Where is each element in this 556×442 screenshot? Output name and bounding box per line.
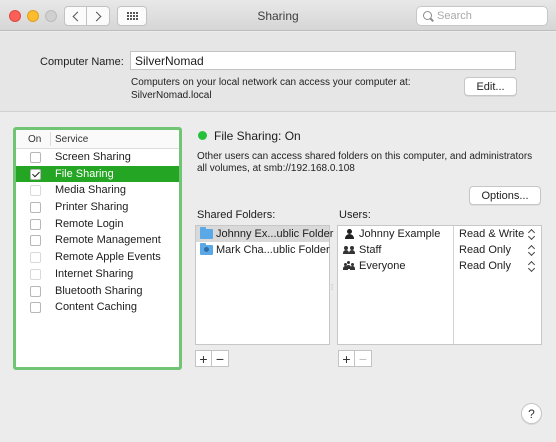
local-hostname: SilverNomad.local bbox=[131, 90, 212, 101]
column-divider bbox=[50, 132, 51, 146]
list-item[interactable]: Mark Cha...ublic Folder bbox=[196, 242, 330, 258]
service-label: File Sharing bbox=[55, 167, 114, 180]
status-description: Other users can access shared folders on… bbox=[197, 151, 533, 174]
title-bar: Sharing bbox=[0, 0, 556, 31]
edit-button[interactable]: Edit... bbox=[464, 77, 517, 96]
remote-apple-events-checkbox[interactable] bbox=[30, 252, 41, 264]
user-name: Everyone bbox=[359, 260, 406, 272]
service-row-content-caching[interactable]: Content Caching bbox=[16, 299, 179, 316]
user-name: Staff bbox=[359, 244, 382, 256]
service-column-header[interactable]: Service bbox=[55, 134, 88, 145]
user-icon bbox=[344, 229, 354, 239]
remove-folder-button[interactable]: − bbox=[212, 350, 229, 367]
service-row-remote-apple-events[interactable]: Remote Apple Events bbox=[16, 249, 179, 266]
options-button[interactable]: Options... bbox=[469, 186, 541, 205]
service-row-printer-sharing[interactable]: Printer Sharing bbox=[16, 199, 179, 216]
shared-folders-list[interactable]: Johnny Ex...ublic Folder Mark Cha...ubli… bbox=[195, 225, 333, 345]
status-indicator-dot bbox=[198, 131, 207, 140]
service-label: Remote Management bbox=[55, 234, 161, 247]
status-title: File Sharing: On bbox=[214, 129, 301, 143]
permission-popup[interactable]: Read Only bbox=[459, 260, 511, 272]
service-row-remote-login[interactable]: Remote Login bbox=[16, 216, 179, 233]
user-name: Johnny Example bbox=[359, 228, 441, 240]
help-button[interactable]: ? bbox=[521, 403, 542, 424]
bluetooth-sharing-checkbox[interactable] bbox=[30, 285, 41, 297]
media-sharing-checkbox[interactable] bbox=[30, 185, 41, 197]
shared-folder-icon bbox=[200, 243, 213, 255]
content-caching-checkbox[interactable] bbox=[30, 302, 41, 314]
folder-icon bbox=[200, 227, 213, 239]
printer-sharing-checkbox[interactable] bbox=[30, 202, 41, 214]
service-list: On Service Screen Sharing File Sharing M… bbox=[13, 127, 182, 370]
service-row-internet-sharing[interactable]: Internet Sharing bbox=[16, 266, 179, 283]
service-row-file-sharing[interactable]: File Sharing bbox=[16, 165, 179, 183]
folder-label: Mark Cha...ublic Folder bbox=[216, 244, 330, 256]
users-add-remove: + − bbox=[338, 350, 372, 367]
service-label: Screen Sharing bbox=[55, 151, 131, 163]
service-label: Internet Sharing bbox=[55, 267, 134, 280]
service-label: Media Sharing bbox=[55, 184, 126, 197]
service-list-header: On Service bbox=[16, 130, 179, 149]
table-row[interactable]: Staff Read Only bbox=[338, 242, 541, 258]
everyone-icon bbox=[343, 261, 354, 271]
computer-name-input[interactable] bbox=[130, 51, 516, 70]
split-view-handle[interactable]: ⁞ bbox=[331, 283, 335, 292]
computer-name-description: Computers on your local network can acce… bbox=[131, 76, 411, 102]
search-icon bbox=[423, 11, 432, 20]
add-user-button[interactable]: + bbox=[338, 350, 355, 367]
remote-management-checkbox[interactable] bbox=[30, 235, 41, 247]
service-label: Remote Apple Events bbox=[55, 251, 161, 264]
screen-sharing-checkbox[interactable] bbox=[30, 152, 41, 163]
users-label: Users: bbox=[339, 209, 371, 221]
service-label: Content Caching bbox=[55, 301, 137, 314]
remote-login-checkbox[interactable] bbox=[30, 218, 41, 230]
search-input[interactable] bbox=[437, 9, 541, 23]
file-sharing-checkbox[interactable] bbox=[30, 168, 41, 180]
on-column-header[interactable]: On bbox=[28, 134, 41, 145]
folder-label: Johnny Ex...ublic Folder bbox=[216, 228, 334, 240]
permission-popup[interactable]: Read Only bbox=[459, 244, 511, 256]
network-access-text: Computers on your local network can acce… bbox=[131, 77, 411, 88]
service-row-screen-sharing[interactable]: Screen Sharing bbox=[16, 149, 179, 166]
permission-popup[interactable]: Read & Write bbox=[459, 228, 524, 240]
shared-folders-label: Shared Folders: bbox=[197, 209, 276, 221]
users-list[interactable]: Johnny Example Read & Write Staff Read O… bbox=[337, 225, 542, 345]
shared-folders-add-remove: + − bbox=[195, 350, 229, 367]
service-row-media-sharing[interactable]: Media Sharing bbox=[16, 182, 179, 199]
search-field[interactable] bbox=[416, 6, 548, 26]
add-folder-button[interactable]: + bbox=[195, 350, 212, 367]
chevron-updown-icon[interactable] bbox=[528, 244, 536, 256]
service-row-bluetooth-sharing[interactable]: Bluetooth Sharing bbox=[16, 283, 179, 300]
computer-name-label: Computer Name: bbox=[40, 56, 124, 68]
table-row[interactable]: Johnny Example Read & Write bbox=[338, 226, 541, 242]
list-item[interactable]: Johnny Ex...ublic Folder bbox=[196, 226, 333, 242]
remove-user-button[interactable]: − bbox=[355, 350, 372, 367]
service-label: Remote Login bbox=[55, 217, 124, 230]
chevron-updown-icon[interactable] bbox=[528, 260, 536, 272]
chevron-updown-icon[interactable] bbox=[528, 228, 536, 240]
service-row-remote-management[interactable]: Remote Management bbox=[16, 232, 179, 249]
service-label: Bluetooth Sharing bbox=[55, 284, 143, 297]
table-row[interactable]: Everyone Read Only bbox=[338, 258, 541, 274]
internet-sharing-checkbox[interactable] bbox=[30, 268, 41, 280]
service-label: Printer Sharing bbox=[55, 201, 129, 214]
group-icon bbox=[343, 245, 354, 255]
